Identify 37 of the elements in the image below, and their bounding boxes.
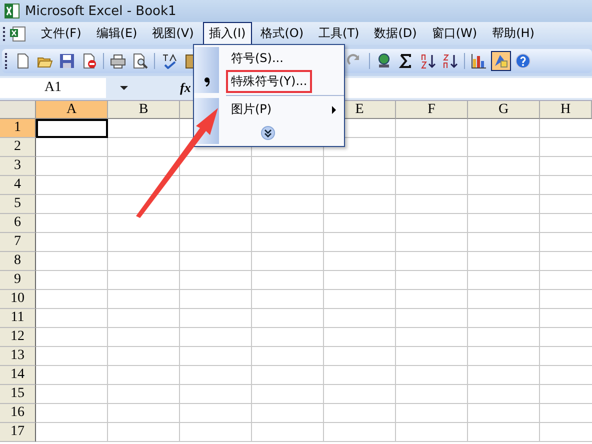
row-header[interactable]: 8	[0, 252, 36, 271]
column-header[interactable]: H	[540, 101, 592, 119]
row-header[interactable]: 15	[0, 385, 36, 404]
menu-item[interactable]: 格式(O)	[254, 22, 310, 45]
row-header[interactable]: 17	[0, 423, 36, 442]
menu-item[interactable]: 数据(D)	[368, 22, 423, 45]
menu-item[interactable]: 文件(F)	[35, 22, 88, 45]
row-header[interactable]: 3	[0, 157, 36, 176]
menu-command[interactable]: 图片(P)	[226, 98, 277, 121]
menu-item[interactable]: 窗口(W)	[426, 22, 484, 45]
menu-command[interactable]: 符号(S)...	[226, 47, 288, 70]
row-header[interactable]: 16	[0, 404, 36, 423]
row-header[interactable]: 9	[0, 271, 36, 290]
function-button[interactable]: fx	[177, 80, 194, 96]
menu-item[interactable]: 帮助(H)	[486, 22, 540, 45]
row-header[interactable]: 12	[0, 328, 36, 347]
row-header[interactable]: 14	[0, 366, 36, 385]
column-header[interactable]: A	[36, 101, 108, 119]
row-header[interactable]: 10	[0, 290, 36, 309]
menu-item[interactable]: 插入(I)	[202, 22, 252, 45]
row-header[interactable]: 7	[0, 233, 36, 252]
column-header[interactable]: B	[108, 101, 180, 119]
menu-item[interactable]: 工具(T)	[312, 22, 366, 45]
row-header[interactable]: 2	[0, 138, 36, 157]
menu-command[interactable]: 特殊符号(Y)...	[226, 70, 312, 93]
row-header[interactable]: 13	[0, 347, 36, 366]
window-title: Microsoft Excel - Book1	[25, 4, 176, 18]
row-header[interactable]: 4	[0, 176, 36, 195]
menu-item[interactable]: 编辑(E)	[90, 22, 144, 45]
name-box[interactable]: A1	[0, 78, 106, 98]
row-header[interactable]: 6	[0, 214, 36, 233]
row-header[interactable]: 5	[0, 195, 36, 214]
menu-item[interactable]: 视图(V)	[146, 22, 200, 45]
row-header[interactable]: 11	[0, 309, 36, 328]
column-header[interactable]: F	[396, 101, 468, 119]
row-header[interactable]: 1	[0, 119, 36, 138]
column-header[interactable]: G	[468, 101, 540, 119]
